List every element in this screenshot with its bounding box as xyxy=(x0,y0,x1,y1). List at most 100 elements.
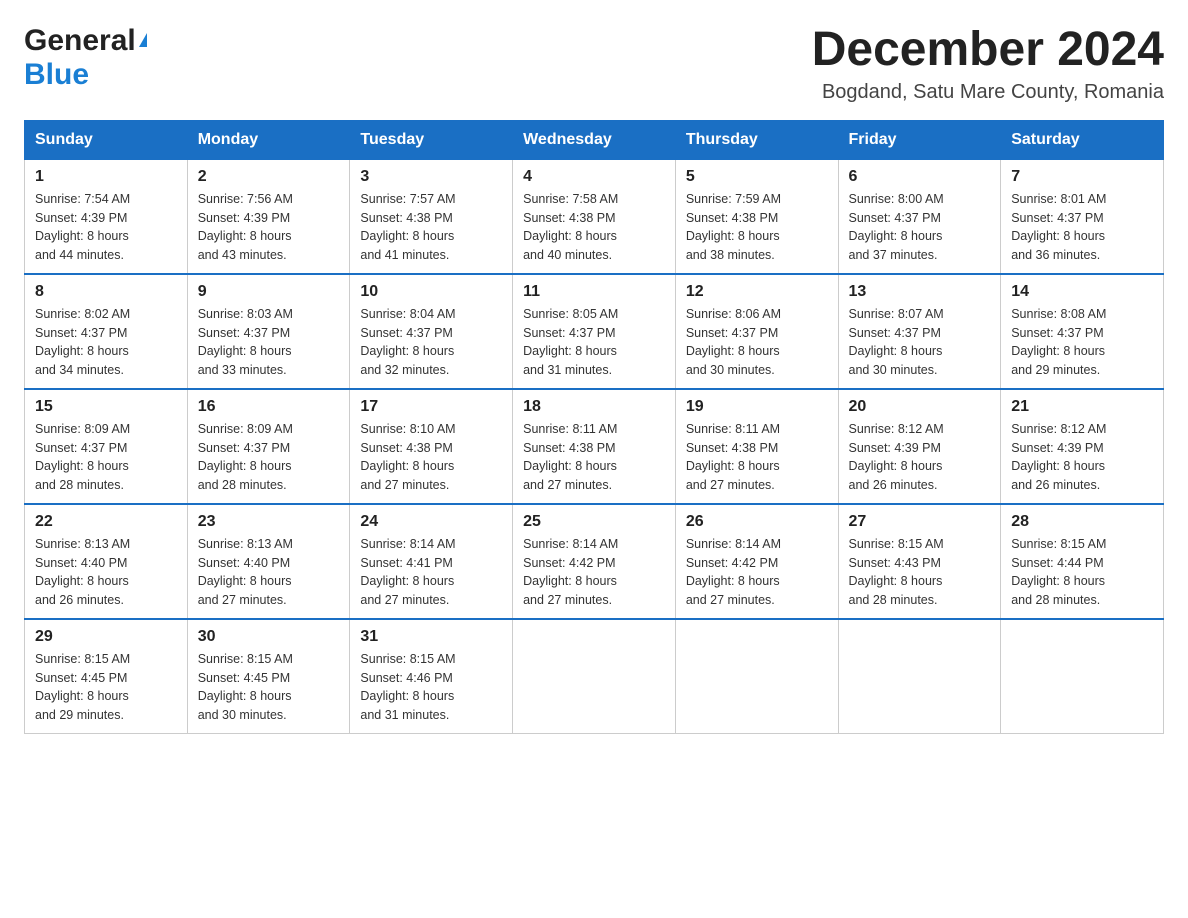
daylight: Daylight: 8 hours xyxy=(523,459,617,473)
daylight: Daylight: 8 hours xyxy=(523,344,617,358)
day-number: 17 xyxy=(360,398,502,416)
daylight2: and 30 minutes. xyxy=(686,363,775,377)
daylight2: and 38 minutes. xyxy=(686,248,775,262)
daylight2: and 30 minutes. xyxy=(849,363,938,377)
calendar-cell: 2Sunrise: 7:56 AMSunset: 4:39 PMDaylight… xyxy=(187,159,350,274)
sunset: Sunset: 4:38 PM xyxy=(523,441,615,455)
daylight2: and 27 minutes. xyxy=(360,478,449,492)
sunset: Sunset: 4:41 PM xyxy=(360,556,452,570)
sunrise: Sunrise: 8:06 AM xyxy=(686,307,781,321)
day-number: 31 xyxy=(360,628,502,646)
sunset: Sunset: 4:37 PM xyxy=(849,326,941,340)
daylight: Daylight: 8 hours xyxy=(360,574,454,588)
calendar-cell xyxy=(838,619,1001,734)
calendar-cell: 6 Sunrise: 8:00 AMSunset: 4:37 PMDaylight… xyxy=(838,159,1001,274)
daylight2: and 30 minutes. xyxy=(198,708,287,722)
day-number: 1 xyxy=(35,168,177,186)
sunrise: Sunrise: 8:11 AM xyxy=(686,422,780,436)
calendar-cell: 3Sunrise: 7:57 AMSunset: 4:38 PMDaylight… xyxy=(350,159,513,274)
day-number: 29 xyxy=(35,628,177,646)
daylight2: and 34 minutes. xyxy=(35,363,124,377)
day-number: 30 xyxy=(198,628,340,646)
calendar-cell: 13Sunrise: 8:07 AMSunset: 4:37 PMDayligh… xyxy=(838,274,1001,389)
day-info: Sunrise: 8:15 AMSunset: 4:43 PMDaylight:… xyxy=(849,535,991,610)
daylight: Daylight: 8 hours xyxy=(1011,344,1105,358)
day-number: 4 xyxy=(523,168,665,186)
sunrise: Sunrise: 7:57 AM xyxy=(360,192,455,206)
day-info: Sunrise: 8:11 AM Sunset: 4:38 PM Daylight:… xyxy=(523,420,665,495)
day-number: 14 xyxy=(1011,283,1153,301)
calendar-cell: 9Sunrise: 8:03 AMSunset: 4:37 PMDaylight… xyxy=(187,274,350,389)
sunset: Sunset: 4:37 PM xyxy=(523,326,615,340)
day-info: Sunrise: 8:06 AMSunset: 4:37 PMDaylight:… xyxy=(686,305,828,380)
calendar-cell xyxy=(1001,619,1164,734)
sunrise: Sunrise: 8:05 AM xyxy=(523,307,618,321)
sunrise: Sunrise: 8:11 AM xyxy=(523,422,617,436)
calendar-cell: 27Sunrise: 8:15 AMSunset: 4:43 PMDayligh… xyxy=(838,504,1001,619)
calendar-cell: 11 Sunrise: 8:05 AM Sunset: 4:37 PM Dayligh… xyxy=(513,274,676,389)
calendar-cell xyxy=(675,619,838,734)
sunset: Sunset: 4:37 PM xyxy=(35,441,127,455)
sunset: Sunset: 4:37 PM xyxy=(35,326,127,340)
sunrise: Sunrise: 8:09 AM xyxy=(35,422,130,436)
calendar-cell: 19Sunrise: 8:11 AMSunset: 4:38 PMDayligh… xyxy=(675,389,838,504)
calendar-cell: 7Sunrise: 8:01 AMSunset: 4:37 PMDaylight… xyxy=(1001,159,1164,274)
daylight: Daylight: 8 hours xyxy=(849,229,943,243)
day-number: 6 xyxy=(849,168,991,186)
day-info: Sunrise: 8:03 AMSunset: 4:37 PMDaylight:… xyxy=(198,305,340,380)
sunrise: Sunrise: 8:14 AM xyxy=(686,537,781,551)
day-number: 5 xyxy=(686,168,828,186)
daylight2: and 28 minutes. xyxy=(849,593,938,607)
daylight: Daylight: 8 hours xyxy=(360,229,454,243)
calendar-cell: 17 Sunrise: 8:10 AMSunset: 4:38 PMDayligh… xyxy=(350,389,513,504)
sunrise: Sunrise: 7:58 AM xyxy=(523,192,618,206)
day-info: Sunrise: 8:12 AMSunset: 4:39 PMDaylight:… xyxy=(1011,420,1153,495)
day-info: Sunrise: 8:15 AMSunset: 4:45 PMDaylight:… xyxy=(35,650,177,725)
sunrise: Sunrise: 8:15 AM xyxy=(360,652,455,666)
daylight2: and 26 minutes. xyxy=(35,593,124,607)
calendar-cell: 29 Sunrise: 8:15 AMSunset: 4:45 PMDayligh… xyxy=(25,619,188,734)
daylight2: and 27 minutes. xyxy=(686,593,775,607)
daylight: Daylight: 8 hours xyxy=(360,459,454,473)
day-info: Sunrise: 8:11 AMSunset: 4:38 PMDaylight:… xyxy=(686,420,828,495)
day-info: Sunrise: 8:05 AM Sunset: 4:37 PM Daylight:… xyxy=(523,305,665,380)
day-number: 10 xyxy=(360,283,502,301)
sunrise: Sunrise: 7:56 AM xyxy=(198,192,293,206)
sunset: Sunset: 4:38 PM xyxy=(523,211,615,225)
sunrise: Sunrise: 8:03 AM xyxy=(198,307,293,321)
day-number: 11 xyxy=(523,283,665,301)
day-of-week-header: Wednesday xyxy=(513,120,676,159)
day-info: Sunrise: 7:54 AMSunset: 4:39 PMDaylight:… xyxy=(35,190,177,265)
day-of-week-header: Thursday xyxy=(675,120,838,159)
daylight2: and 27 minutes. xyxy=(360,593,449,607)
day-of-week-header: Tuesday xyxy=(350,120,513,159)
daylight: Daylight: 8 hours xyxy=(686,229,780,243)
calendar-week-row: 8Sunrise: 8:02 AMSunset: 4:37 PMDaylight… xyxy=(25,274,1164,389)
day-of-week-header: Sunday xyxy=(25,120,188,159)
daylight: Daylight: 8 hours xyxy=(686,344,780,358)
day-number: 7 xyxy=(1011,168,1153,186)
day-number: 20 xyxy=(849,398,991,416)
calendar-cell: 28Sunrise: 8:15 AMSunset: 4:44 PMDayligh… xyxy=(1001,504,1164,619)
sunset: Sunset: 4:37 PM xyxy=(1011,211,1103,225)
day-number: 2 xyxy=(198,168,340,186)
daylight: Daylight: 8 hours xyxy=(198,574,292,588)
day-info: Sunrise: 7:59 AMSunset: 4:38 PMDaylight:… xyxy=(686,190,828,265)
logo: General Blue xyxy=(24,24,147,92)
daylight2: and 31 minutes. xyxy=(360,708,449,722)
daylight2: and 26 minutes. xyxy=(849,478,938,492)
daylight: Daylight: 8 hours xyxy=(1011,574,1105,588)
sunrise: Sunrise: 8:15 AM xyxy=(1011,537,1106,551)
calendar-table: SundayMondayTuesdayWednesdayThursdayFrid… xyxy=(24,120,1164,734)
page-header: General Blue December 2024 Bogdand, Satu… xyxy=(24,24,1164,104)
day-info: Sunrise: 8:00 AMSunset: 4:37 PMDaylight:… xyxy=(849,190,991,265)
day-info: Sunrise: 8:10 AMSunset: 4:38 PMDaylight:… xyxy=(360,420,502,495)
daylight: Daylight: 8 hours xyxy=(198,229,292,243)
daylight2: and 41 minutes. xyxy=(360,248,449,262)
sunrise: Sunrise: 8:02 AM xyxy=(35,307,130,321)
logo-general: General xyxy=(24,24,136,58)
day-number: 13 xyxy=(849,283,991,301)
day-number: 25 xyxy=(523,513,665,531)
daylight: Daylight: 8 hours xyxy=(686,459,780,473)
day-info: Sunrise: 8:15 AMSunset: 4:45 PMDaylight:… xyxy=(198,650,340,725)
